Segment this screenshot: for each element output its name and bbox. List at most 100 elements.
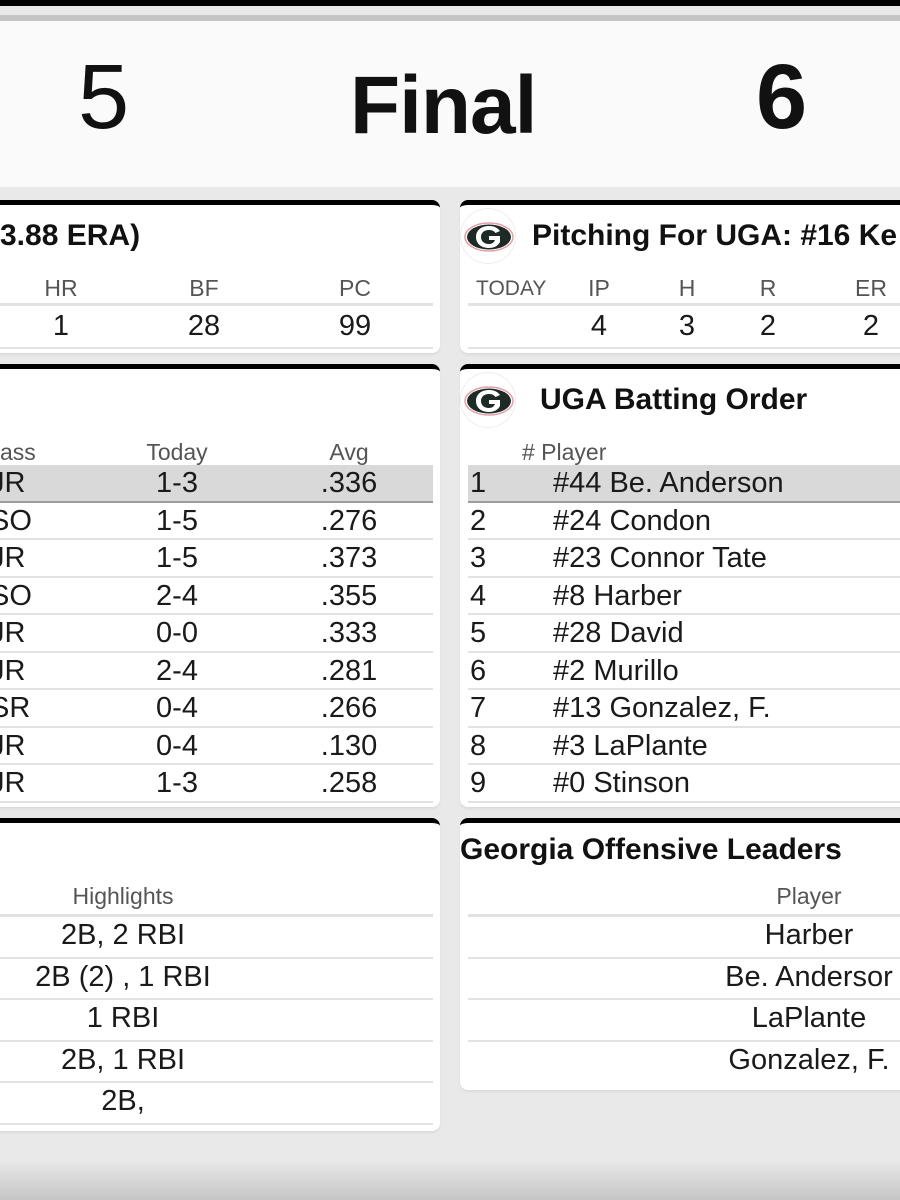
highlight-cell: 2B, 2 RBI [60,919,186,951]
table-row[interactable]: 2B, [0,1083,433,1125]
table-row[interactable]: JR 1-5 .373 [0,540,433,578]
scoreboard: 5 Final 6 [0,21,900,187]
divider [0,303,433,306]
table-row[interactable]: 8 #3 LaPlante [468,728,900,765]
stat-value-ip: 4 [590,310,608,342]
table-row[interactable]: Harber [468,917,900,959]
table-row[interactable]: 1 #44 Be. Anderson [468,465,900,503]
highlight-cell: 2B (2) , 1 RBI [35,960,211,993]
today-label: TODAY [476,277,547,300]
today-cell: 1-5 [156,504,198,537]
player-cell: #2 Murillo [553,654,679,687]
table-row[interactable]: 4 #8 Harber [468,578,900,615]
order-cell: 8 [470,729,487,762]
highlight-cell: 1 RBI [86,1002,160,1034]
class-cell: JR [0,767,26,799]
avg-cell: .336 [320,467,378,499]
table-row[interactable]: SO 2-4 .355 [0,578,433,615]
highlight-cell: 2B, 1 RBI [60,1043,186,1076]
divider [468,347,900,349]
highlight-cell: 2B, [101,1085,145,1117]
stat-value-r: 2 [759,310,777,342]
player-cell: #24 Condon [553,504,712,537]
home-pitcher-title: Pitching For UGA: #16 Ke [532,219,898,252]
stat-header-hr: HR [44,275,78,301]
away-pitcher-card: 3.88 ERA) HR BF PC 1 28 99 [0,200,440,353]
stat-header-h: H [678,275,696,301]
table-row[interactable]: SO 1-5 .276 [0,503,433,540]
stat-header-r: R [759,275,777,301]
col-header-avg: Avg [329,439,369,465]
today-cell: 1-3 [156,467,198,499]
divider [468,303,900,306]
table-row[interactable]: 1 RBI [0,1000,433,1042]
class-cell: JR [0,467,26,499]
table-row[interactable]: JR 2-4 .281 [0,653,433,690]
today-cell: 0-4 [156,692,198,724]
table-row[interactable]: 5 #28 David [468,615,900,653]
class-cell: SO [0,579,32,612]
today-cell: 1-3 [156,767,198,799]
class-cell: JR [0,654,26,687]
order-cell: 7 [470,692,487,724]
order-cell: 5 [470,617,487,649]
today-cell: 1-5 [156,542,198,574]
order-cell: 4 [470,579,487,612]
col-header-highlights: Highlights [72,883,174,909]
order-cell: 3 [470,542,487,574]
table-row[interactable]: LaPlante [468,1000,900,1042]
avg-cell: .276 [320,504,378,537]
table-row[interactable]: SR 0-4 .266 [0,690,433,728]
away-pitcher-title: 3.88 ERA) [0,219,141,252]
avg-cell: .333 [320,617,378,649]
home-pitcher-card: Pitching For UGA: #16 Ke TODAY IP H R ER… [460,200,900,353]
home-lineup-card: UGA Batting Order # Player 1 #44 Be. Ande… [460,364,900,807]
table-row[interactable]: 6 #2 Murillo [468,653,900,690]
table-row[interactable]: 3 #23 Connor Tate [468,540,900,578]
player-cell: #44 Be. Anderson [553,467,784,499]
uga-logo-icon [460,372,516,428]
order-cell: 9 [470,767,487,799]
leader-player-cell: Be. Andersor [725,960,893,993]
table-row[interactable]: 9 #0 Stinson [468,765,900,803]
class-cell: SO [0,504,32,537]
table-row[interactable]: JR 0-0 .333 [0,615,433,653]
stat-header-ip: IP [588,275,610,301]
home-leaders-title: Georgia Offensive Leaders [460,833,842,866]
order-cell: 2 [470,504,487,537]
today-cell: 2-4 [156,579,198,612]
uga-logo-icon [460,208,516,264]
player-cell: #0 Stinson [553,767,691,799]
table-row[interactable]: Gonzalez, F. [468,1042,900,1084]
table-row[interactable]: Be. Andersor [468,959,900,1000]
table-row[interactable]: 2 #24 Condon [468,503,900,540]
table-row[interactable]: JR 1-3 .336 [0,465,433,503]
table-row[interactable]: 2B, 1 RBI [0,1042,433,1083]
player-cell: #28 David [553,617,684,649]
table-row[interactable]: 2B, 2 RBI [0,917,433,959]
table-row[interactable]: JR 0-4 .130 [0,728,433,765]
bottom-fade [0,1160,900,1200]
player-cell: #23 Connor Tate [553,542,767,574]
table-row[interactable]: JR 1-3 .258 [0,765,433,803]
class-cell: JR [0,617,26,649]
order-cell: 1 [470,467,487,499]
table-row[interactable]: 2B (2) , 1 RBI [0,959,433,1000]
home-leaders-card: Georgia Offensive Leaders Player Harber B… [460,818,900,1090]
col-header-class: ass [0,439,36,465]
away-leaders-card: Highlights 2B, 2 RBI 2B (2) , 1 RBI 1 RBI 2… [0,818,440,1131]
table-row[interactable]: 7 #13 Gonzalez, F. [468,690,900,728]
avg-cell: .258 [320,767,378,799]
stat-value-hr: 1 [52,310,70,342]
today-cell: 0-4 [156,729,198,762]
stat-header-pc: PC [339,275,371,301]
leader-player-cell: Harber [764,919,854,951]
home-score: 6 [756,46,808,148]
class-cell: JR [0,542,26,574]
class-cell: JR [0,729,26,762]
stat-value-h: 3 [678,310,696,342]
player-cell: #8 Harber [553,579,682,612]
top-stripe [0,6,900,15]
player-cell: #3 LaPlante [553,729,708,762]
stat-header-er: ER [855,275,887,301]
